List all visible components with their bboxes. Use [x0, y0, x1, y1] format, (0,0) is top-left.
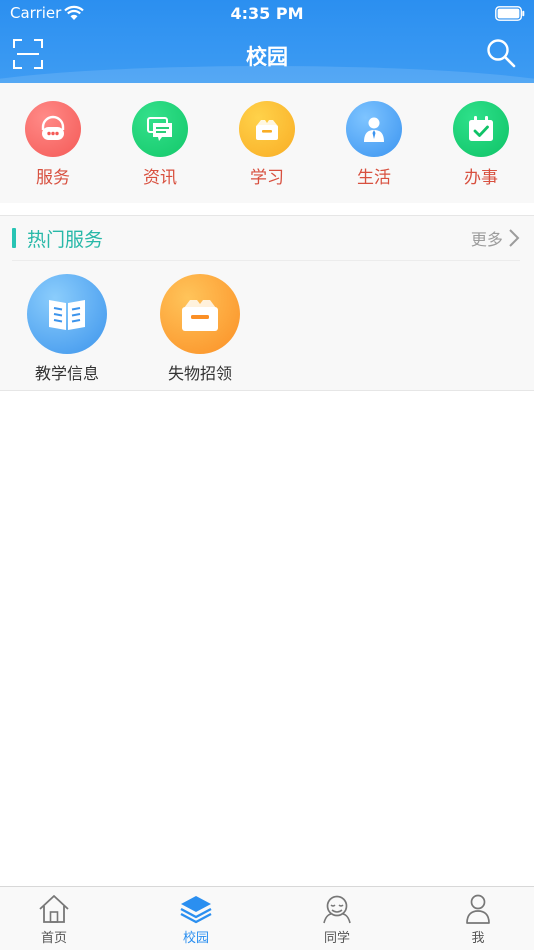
status-bar: Carrier 4:35 PM — [0, 0, 534, 28]
tab-me[interactable]: 我 — [438, 893, 518, 946]
battery-icon — [495, 6, 525, 21]
tab-label: 校园 — [182, 931, 209, 946]
service-lost-and-found[interactable]: 失物招领 — [145, 274, 255, 384]
header: Carrier 4:35 PM 校园 — [0, 0, 534, 83]
home-icon — [39, 895, 69, 923]
tab-classmates[interactable]: 同学 — [297, 893, 377, 946]
category-label: 办事 — [464, 168, 498, 188]
chat-icon — [147, 117, 172, 141]
book-icon — [49, 300, 85, 330]
tab-bar: 首页 校园 同学 我 — [0, 886, 534, 950]
search-icon[interactable] — [486, 38, 516, 68]
layers-icon — [180, 896, 212, 924]
status-time: 4:35 PM — [230, 4, 304, 23]
more-link[interactable]: 更多 — [471, 226, 520, 250]
category-label: 学习 — [250, 168, 284, 188]
tab-campus[interactable]: 校园 — [156, 893, 236, 946]
tab-label: 同学 — [323, 931, 350, 946]
box-icon — [256, 120, 278, 140]
section-title: 热门服务 — [27, 229, 104, 251]
service-label: 教学信息 — [34, 364, 99, 383]
person-icon — [364, 117, 384, 142]
section-header: 热门服务 更多 — [12, 216, 520, 261]
service-label: 失物招领 — [167, 364, 232, 383]
category-label: 服务 — [36, 168, 70, 188]
box-icon — [182, 300, 218, 331]
user-icon — [466, 894, 490, 924]
tab-label: 我 — [471, 931, 485, 946]
hot-services-section: 热门服务 更多 教学信息 失物招领 — [0, 215, 534, 391]
service-teaching-info[interactable]: 教学信息 — [12, 274, 122, 384]
calendar-check-icon — [469, 116, 493, 141]
tab-home[interactable]: 首页 — [14, 893, 94, 946]
category-affairs[interactable]: 办事 — [441, 101, 521, 191]
category-life[interactable]: 生活 — [334, 101, 414, 191]
category-news[interactable]: 资讯 — [120, 101, 200, 191]
chevron-right-icon — [509, 229, 520, 247]
category-study[interactable]: 学习 — [227, 101, 307, 191]
campus-page: Carrier 4:35 PM 校园 服务 资讯 学习 生活 办事 热门服务 更… — [0, 0, 534, 950]
category-label: 生活 — [357, 168, 391, 188]
category-row: 服务 资讯 学习 生活 办事 — [0, 83, 534, 203]
headset-icon — [41, 115, 65, 140]
section-accent-bar — [12, 228, 16, 248]
category-service[interactable]: 服务 — [13, 101, 93, 191]
classmates-icon — [323, 895, 351, 924]
category-label: 资讯 — [143, 168, 177, 188]
more-label: 更多 — [470, 230, 503, 249]
tab-label: 首页 — [40, 931, 67, 946]
page-title: 校园 — [246, 45, 288, 69]
